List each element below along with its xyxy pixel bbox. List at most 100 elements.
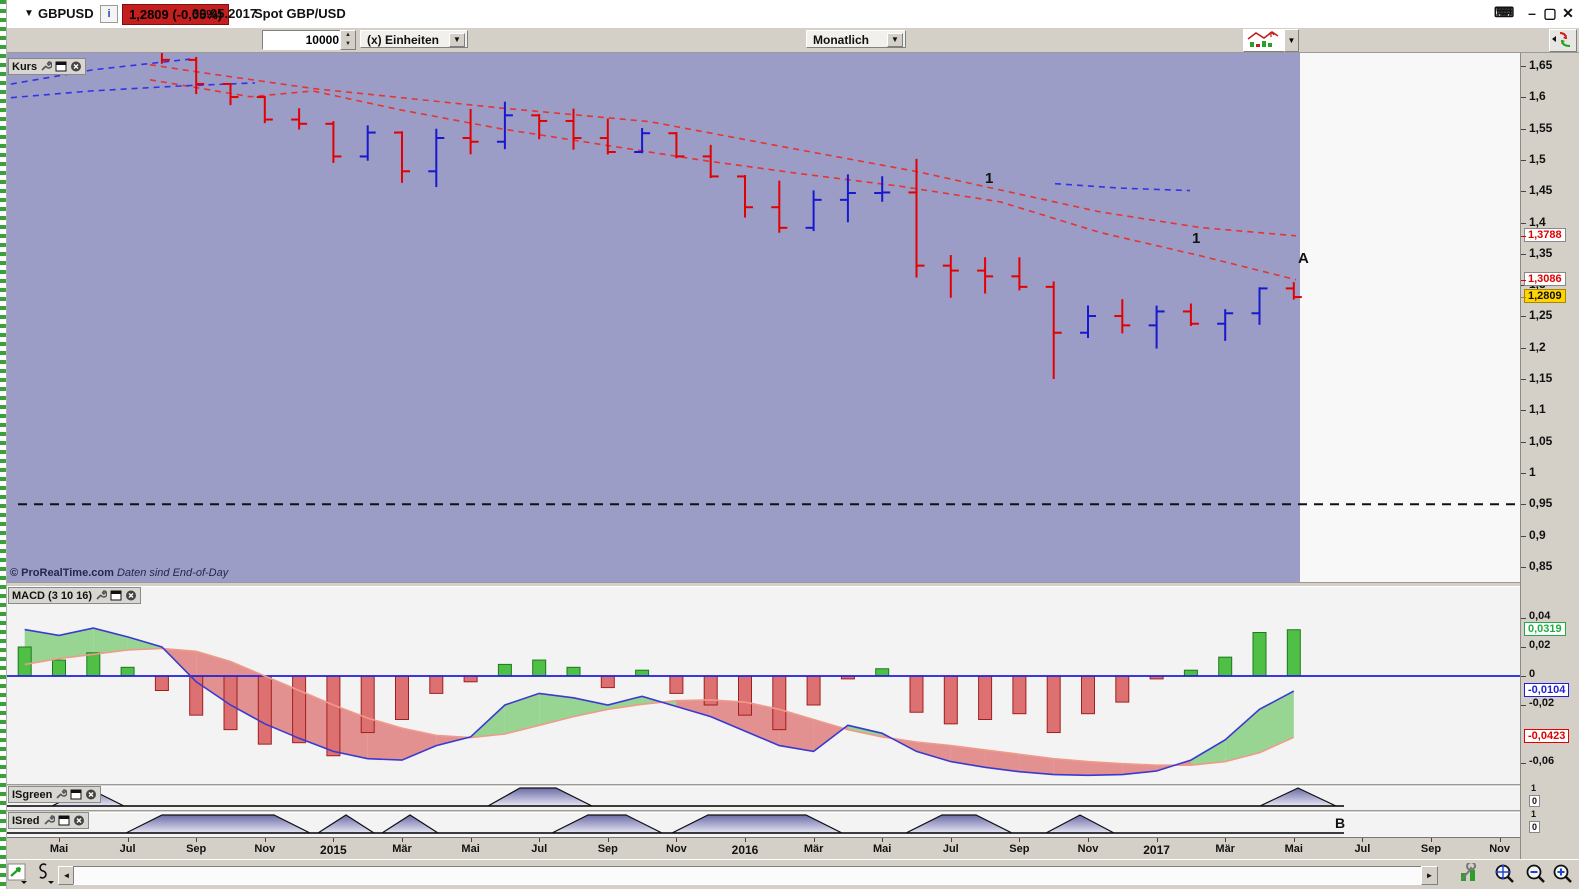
panel-separator[interactable]	[0, 582, 1520, 587]
time-axis-label: 2015	[320, 843, 347, 857]
axis-tick	[1294, 838, 1295, 842]
axis-tick	[539, 838, 540, 842]
macd-panel-chip: MACD (3 10 16)	[8, 587, 141, 604]
panel-separator[interactable]	[0, 810, 1520, 813]
axis-tick	[1521, 473, 1526, 474]
close-icon[interactable]	[70, 61, 82, 72]
zoom-out-button[interactable]	[1524, 863, 1546, 885]
price-tick-label: 1,45	[1529, 183, 1552, 197]
close-button[interactable]: ✕	[1560, 5, 1576, 21]
zoom-out-icon	[1524, 863, 1548, 887]
axis-tick	[1521, 254, 1526, 255]
macd-tick-label: 0	[1529, 668, 1535, 680]
macd-plot[interactable]	[0, 585, 1520, 784]
axis-tick	[1521, 410, 1526, 411]
chevron-down-icon[interactable]: ▼	[449, 33, 465, 47]
window-titlebar: ▼ GBPUSD i 1,2809 (-0,05%) 30.05.2017 Sp…	[0, 0, 1579, 29]
axis-tick	[1521, 280, 1526, 281]
draw-tool-button[interactable]	[7, 863, 29, 885]
close-icon[interactable]	[73, 815, 85, 826]
quantity-stepper[interactable]: ▲ ▼	[340, 30, 356, 50]
zoom-reset-button[interactable]	[1492, 863, 1514, 885]
time-axis-label: Nov	[1489, 843, 1510, 855]
bottom-toolbar: ◄ ►	[0, 859, 1579, 889]
close-icon[interactable]	[125, 590, 137, 601]
market-name: Spot GBP/USD	[254, 6, 346, 21]
minimize-button[interactable]: –	[1524, 5, 1540, 21]
quantity-input[interactable]	[263, 31, 341, 49]
timeframe-dropdown[interactable]: Monatlich ▼	[806, 30, 906, 48]
axis-tick	[1362, 838, 1363, 842]
zoom-in-icon	[1551, 863, 1575, 887]
axis-tick	[1088, 838, 1089, 842]
time-axis-label: Sep	[598, 843, 618, 855]
isred-panel-chip: ISred	[8, 812, 89, 829]
window-icon[interactable]	[70, 789, 82, 800]
spin-down-icon[interactable]: ▼	[341, 40, 355, 49]
svg-text:1: 1	[985, 170, 993, 187]
time-axis-label: Nov	[666, 843, 687, 855]
macd-tick-label: 0,02	[1529, 639, 1550, 651]
wrench-icon[interactable]	[43, 815, 55, 826]
axis-tick	[1157, 838, 1158, 842]
info-icon[interactable]: i	[100, 5, 118, 23]
copyright-text: © ProRealTime.com	[10, 567, 114, 579]
horizontal-scrollbar[interactable]	[73, 866, 1423, 885]
price-tick-label: 1,6	[1529, 89, 1546, 103]
axis-tick	[1521, 97, 1526, 98]
link-tool-button[interactable]	[36, 863, 58, 885]
link-curve-icon	[36, 863, 58, 885]
axis-tick	[1521, 676, 1526, 677]
window-icon[interactable]	[58, 815, 70, 826]
axis-tick	[402, 838, 403, 842]
time-axis-label: Nov	[254, 843, 275, 855]
chart-type-caret[interactable]: ▼	[1284, 29, 1299, 52]
macd-panel-label: MACD (3 10 16)	[12, 590, 92, 602]
chart-type-button[interactable]	[1243, 29, 1285, 52]
axis-tick	[1521, 66, 1526, 67]
axis-tick	[1521, 223, 1526, 224]
scroll-right-icon[interactable]: ►	[1421, 866, 1438, 885]
window-icon[interactable]	[110, 590, 122, 601]
time-axis[interactable]: MaiJulSepNov2015MärMaiJulSepNov2016MärMa…	[0, 837, 1520, 860]
zoom-in-button[interactable]	[1551, 863, 1573, 885]
symbol-caret-icon[interactable]: ▼	[24, 8, 34, 19]
time-axis-label: Mär	[804, 843, 824, 855]
window-icon[interactable]	[55, 61, 67, 72]
wrench-icon[interactable]	[95, 590, 107, 601]
zoom-fit-icon	[1492, 863, 1516, 887]
price-tick-label: 0,9	[1529, 528, 1546, 542]
unit-dropdown[interactable]: (x) Einheiten ▼	[360, 30, 468, 48]
axis-tick	[1521, 129, 1526, 130]
axis-tick	[333, 838, 334, 842]
axis-tick	[1500, 838, 1501, 842]
axis-tick	[1521, 705, 1526, 706]
dock-handle-strip[interactable]	[0, 0, 7, 889]
axis-tick	[1431, 838, 1432, 842]
axis-tick	[1521, 567, 1526, 568]
close-icon[interactable]	[85, 789, 97, 800]
axis-tick	[1019, 838, 1020, 842]
isred-plot[interactable]: B	[0, 811, 1520, 837]
price-value-box: 1,3788	[1524, 228, 1566, 242]
svg-text:B: B	[1335, 815, 1345, 831]
axis-tick	[1225, 838, 1226, 842]
svg-text:1: 1	[1192, 230, 1200, 247]
realtime-sync-button[interactable]	[1549, 29, 1577, 52]
keyboard-icon[interactable]: ⌨	[1494, 4, 1510, 20]
panel-separator[interactable]	[0, 784, 1520, 787]
axis-tick	[1521, 160, 1526, 161]
price-chart-plot[interactable]: 11A	[0, 52, 1520, 582]
spin-up-icon[interactable]: ▲	[341, 31, 355, 40]
chevron-down-icon[interactable]: ▼	[887, 33, 903, 47]
chart-settings-button[interactable]	[1458, 863, 1480, 885]
axis-tick	[128, 838, 129, 842]
wrench-icon[interactable]	[55, 789, 67, 800]
isgreen-plot[interactable]	[0, 785, 1520, 810]
maximize-button[interactable]: ▢	[1542, 5, 1558, 21]
axis-tick	[814, 838, 815, 842]
price-panel-chip: Kurs	[8, 58, 86, 75]
price-axis[interactable]: 1,651,61,551,51,451,41,351,31,251,21,151…	[1520, 52, 1579, 859]
price-tick-label: 1,5	[1529, 152, 1546, 166]
wrench-icon[interactable]	[40, 61, 52, 72]
